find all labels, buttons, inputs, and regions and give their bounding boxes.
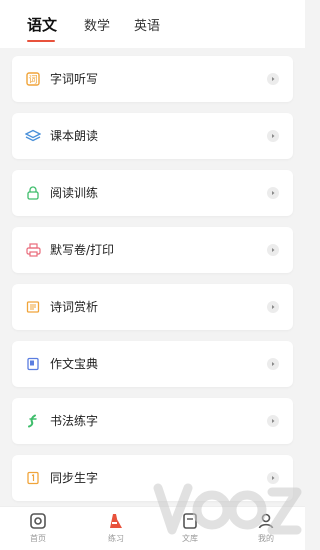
svg-text:词: 词 xyxy=(28,75,37,86)
chevron-right-icon xyxy=(267,73,279,85)
subject-tab-bar: 语文 数学 英语 xyxy=(0,0,305,48)
chevron-right-icon xyxy=(267,358,279,370)
poetry-icon xyxy=(25,299,41,315)
nav-home-label: 首页 xyxy=(30,534,46,543)
nav-home[interactable]: 首页 xyxy=(8,511,68,544)
textbook-reading-icon xyxy=(25,128,41,144)
printer-icon xyxy=(25,242,41,258)
item-label: 课本朗读 xyxy=(50,129,99,143)
list-item-essay-guide[interactable]: 作文宝典 xyxy=(12,341,293,387)
calligraphy-icon xyxy=(25,413,41,429)
item-label: 字词听写 xyxy=(50,72,99,86)
item-label: 书法练字 xyxy=(50,414,99,428)
list-item-reading-training[interactable]: 阅读训练 xyxy=(12,170,293,216)
item-label: 诗词赏析 xyxy=(50,300,99,314)
chevron-right-icon xyxy=(267,244,279,256)
chevron-right-icon xyxy=(267,301,279,313)
list-item-dictation-print[interactable]: 默写卷/打印 xyxy=(12,227,293,273)
chevron-right-icon xyxy=(267,415,279,427)
word-dictation-icon: 词 xyxy=(25,71,41,87)
nav-practice-label: 练习 xyxy=(108,534,124,543)
nav-practice[interactable]: 练习 xyxy=(86,511,146,544)
tab-chinese[interactable]: 语文 xyxy=(27,14,57,35)
chevron-right-icon xyxy=(267,130,279,142)
reading-training-icon xyxy=(25,185,41,201)
essay-book-icon xyxy=(25,356,41,372)
voz-watermark-logo xyxy=(153,483,302,535)
item-label: 默写卷/打印 xyxy=(50,243,115,257)
new-characters-icon xyxy=(25,470,41,486)
home-icon xyxy=(30,513,46,529)
list-item-calligraphy[interactable]: 书法练字 xyxy=(12,398,293,444)
tab-math[interactable]: 数学 xyxy=(84,15,110,34)
item-label: 作文宝典 xyxy=(50,357,99,371)
list-item-word-dictation[interactable]: 词 字词听写 xyxy=(12,56,293,102)
tab-english[interactable]: 英语 xyxy=(134,15,160,34)
list-item-textbook-reading[interactable]: 课本朗读 xyxy=(12,113,293,159)
active-tab-indicator xyxy=(27,40,55,42)
practice-icon xyxy=(110,514,122,528)
list-item-poetry-appreciation[interactable]: 诗词赏析 xyxy=(12,284,293,330)
item-label: 同步生字 xyxy=(50,471,99,485)
chevron-right-icon xyxy=(267,187,279,199)
item-label: 阅读训练 xyxy=(50,186,99,200)
